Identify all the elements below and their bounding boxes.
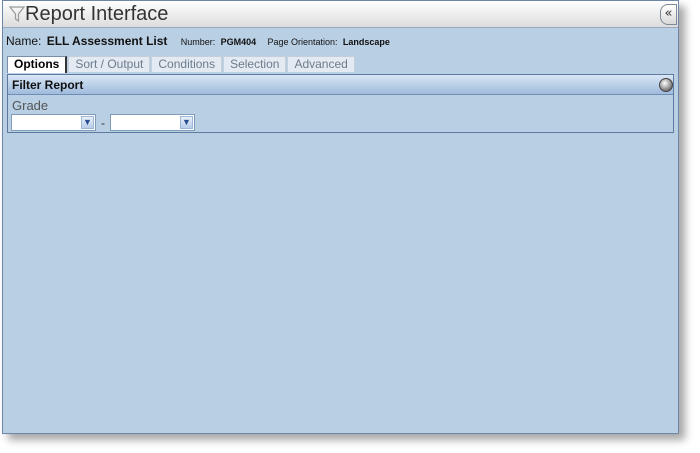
report-interface-window: Report Interface « Name: ELL Assessment … [2, 0, 679, 434]
tab-selection[interactable]: Selection [223, 56, 287, 72]
grade-label: Grade [12, 98, 49, 113]
page-orientation: Landscape [342, 37, 390, 47]
chevron-down-icon: ▼ [81, 116, 94, 129]
window-title: Report Interface [25, 3, 169, 25]
circle-toggle-icon[interactable] [659, 78, 673, 92]
grade-from-select[interactable]: ▼ [11, 114, 96, 131]
orientation-label: Page Orientation: [267, 37, 338, 47]
title-bar: Report Interface « [3, 1, 678, 28]
filter-funnel-icon [9, 6, 25, 23]
chevron-down-icon: ▼ [180, 116, 193, 129]
grade-to-select[interactable]: ▼ [110, 114, 195, 131]
tab-advanced[interactable]: Advanced [287, 56, 355, 72]
report-info-line: Name: ELL Assessment List Number: PGM404… [6, 34, 398, 48]
collapse-button[interactable]: « [660, 4, 677, 25]
name-label: Name: [6, 34, 42, 48]
report-name: ELL Assessment List [46, 34, 168, 48]
report-number: PGM404 [220, 37, 257, 47]
tab-strip: Options Sort / Output Conditions Selecti… [7, 56, 356, 73]
range-separator: - [101, 116, 105, 130]
tab-conditions[interactable]: Conditions [151, 56, 223, 72]
panel-title: Filter Report [12, 78, 84, 92]
number-label: Number: [180, 37, 216, 47]
panel-header: Filter Report [8, 75, 673, 95]
tab-sort-output[interactable]: Sort / Output [68, 56, 151, 72]
tab-options[interactable]: Options [7, 56, 68, 73]
filter-report-panel: Filter Report Grade ▼ - ▼ [7, 74, 674, 133]
